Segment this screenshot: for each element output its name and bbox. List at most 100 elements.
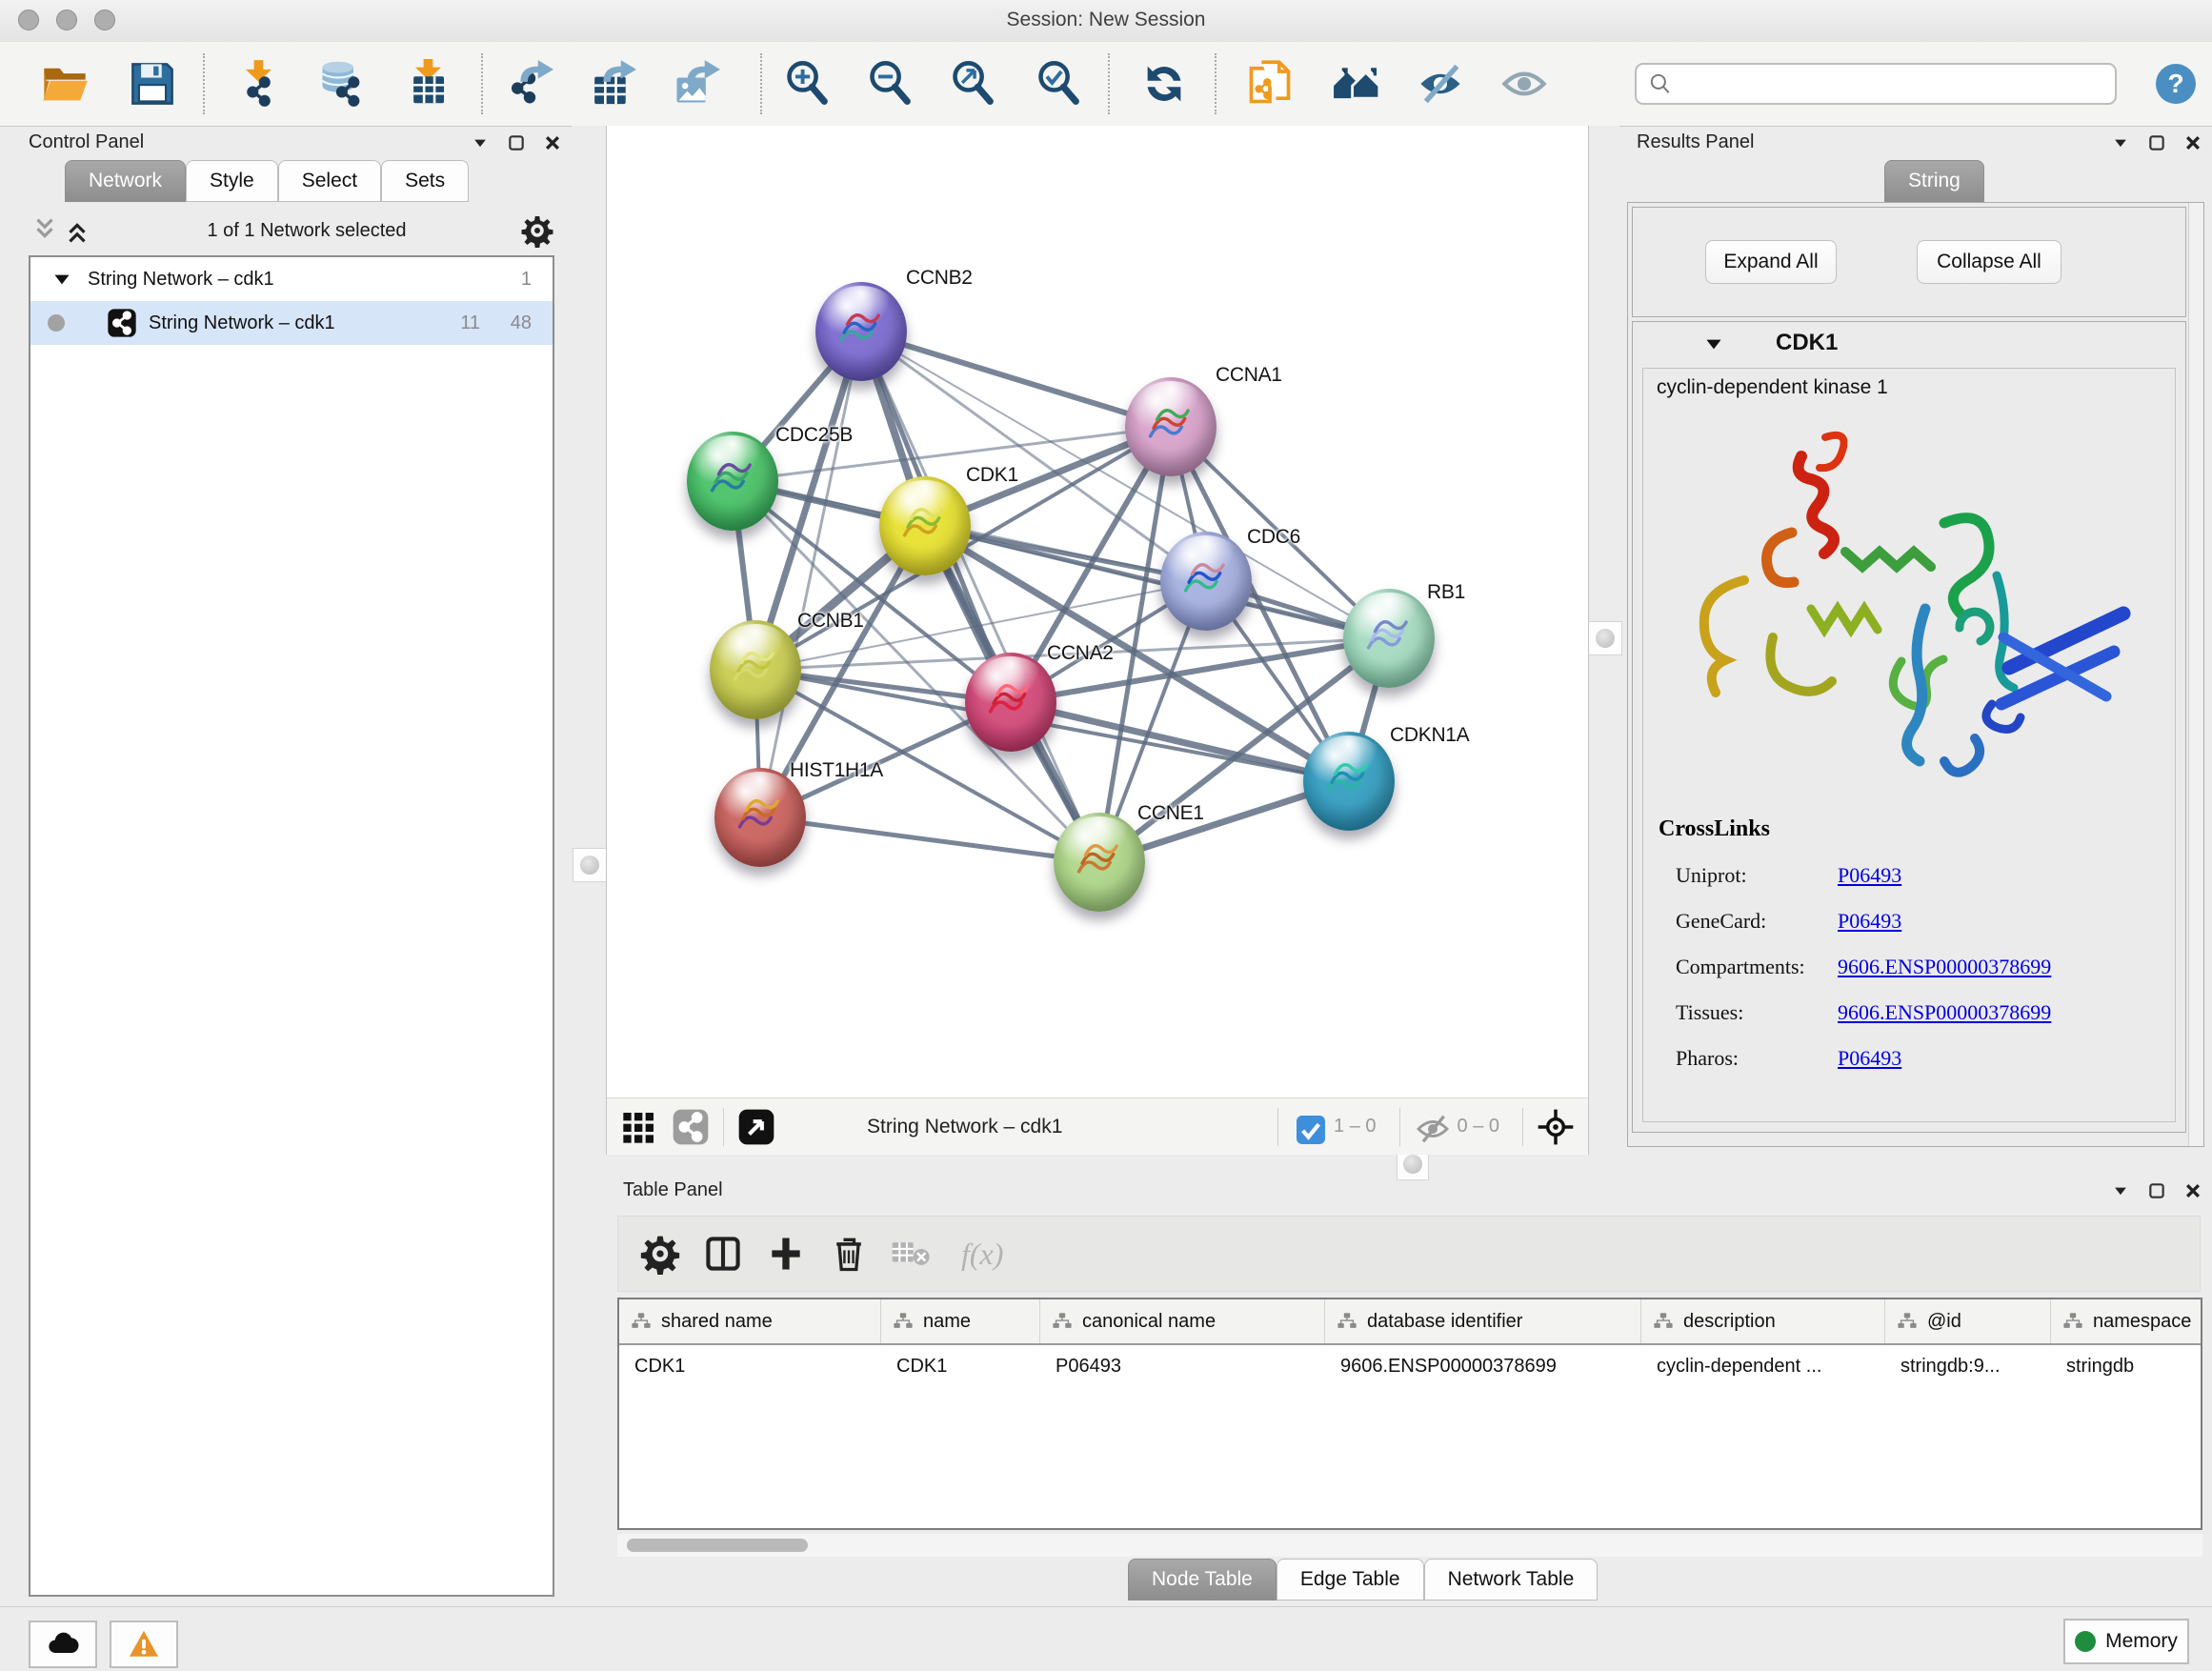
float-panel-icon[interactable] — [507, 133, 526, 152]
node-RB1[interactable] — [1343, 589, 1435, 688]
function-builder-icon[interactable]: f(x) — [961, 1237, 1003, 1272]
network-row[interactable]: String Network – cdk1 11 48 — [30, 301, 553, 345]
column-header-description[interactable]: description — [1641, 1299, 1885, 1343]
search-input[interactable] — [1673, 72, 2115, 95]
export-image-icon[interactable] — [671, 59, 720, 109]
search-box[interactable] — [1635, 63, 2117, 105]
node-CCNB2[interactable] — [815, 282, 907, 381]
add-column-icon[interactable] — [765, 1233, 807, 1275]
crosslink-link[interactable]: P06493 — [1838, 1046, 1901, 1071]
tab-string[interactable]: String — [1884, 160, 1984, 202]
column-header-shared-name[interactable]: shared name — [619, 1299, 881, 1343]
cell-name[interactable]: CDK1 — [881, 1356, 1040, 1378]
right-splitter[interactable] — [1589, 126, 1619, 1155]
right-splitter-handle[interactable] — [1588, 621, 1622, 655]
fit-selected-crosshair-icon[interactable] — [1537, 1108, 1575, 1146]
home-icon[interactable] — [1333, 59, 1382, 109]
column-header-database-identifier[interactable]: database identifier — [1325, 1299, 1641, 1343]
import-network-icon[interactable] — [234, 59, 284, 109]
close-panel-icon[interactable] — [543, 133, 562, 152]
zoom-selected-icon[interactable] — [1035, 59, 1084, 109]
cell-database-identifier[interactable]: 9606.ENSP00000378699 — [1325, 1356, 1641, 1378]
edge-CCNB2-HIST1H1A[interactable] — [760, 332, 861, 817]
panel-menu-icon[interactable] — [471, 133, 490, 152]
edge-CCNB2-CCNE1[interactable] — [861, 332, 1099, 862]
tab-sets[interactable]: Sets — [381, 160, 469, 202]
crosslink-link[interactable]: 9606.ENSP00000378699 — [1838, 1000, 2051, 1025]
show-columns-icon[interactable] — [702, 1233, 744, 1275]
memory-button[interactable]: Memory — [2063, 1619, 2189, 1664]
tab-node-table[interactable]: Node Table — [1128, 1559, 1277, 1601]
grid-view-icon[interactable] — [620, 1108, 658, 1146]
cell-shared-name[interactable]: CDK1 — [619, 1356, 881, 1378]
float-panel-icon[interactable] — [2147, 1181, 2166, 1200]
node-CCNA1[interactable] — [1125, 377, 1217, 476]
column-header-name[interactable]: name — [881, 1299, 1040, 1343]
open-session-icon[interactable] — [40, 59, 90, 109]
float-panel-icon[interactable] — [2147, 133, 2166, 152]
crosslink-link[interactable]: P06493 — [1838, 863, 1901, 888]
export-network-icon[interactable] — [504, 59, 553, 109]
network-birdseye-icon[interactable] — [672, 1108, 710, 1146]
network-options-gear-icon[interactable] — [520, 213, 554, 248]
help-button[interactable]: ? — [2156, 64, 2196, 104]
cell--id[interactable]: stringdb:9... — [1885, 1356, 2051, 1378]
import-network-from-database-icon[interactable] — [316, 59, 366, 109]
expand-all-button[interactable]: Expand All — [1705, 240, 1837, 284]
clone-network-icon[interactable] — [1245, 59, 1295, 109]
import-table-icon[interactable] — [404, 59, 453, 109]
edge-CCNB2-CCNA1[interactable] — [861, 332, 1171, 427]
cell-canonical-name[interactable]: P06493 — [1040, 1356, 1325, 1378]
section-caret-icon[interactable] — [1701, 332, 1726, 356]
cloud-status-button[interactable] — [29, 1621, 97, 1668]
node-CDC6[interactable] — [1160, 532, 1252, 631]
zoom-fit-icon[interactable] — [949, 59, 998, 109]
delete-column-icon[interactable] — [828, 1233, 870, 1275]
node-CDKN1A[interactable] — [1303, 732, 1395, 831]
node-HIST1H1A[interactable] — [714, 768, 806, 867]
export-table-icon[interactable] — [587, 59, 636, 109]
selected-checkbox-icon[interactable] — [1292, 1111, 1324, 1143]
cell-description[interactable]: cyclin-dependent ... — [1641, 1356, 1885, 1378]
tab-edge-table[interactable]: Edge Table — [1277, 1559, 1424, 1601]
crosslink-link[interactable]: 9606.ENSP00000378699 — [1838, 955, 2051, 979]
refresh-network-icon[interactable] — [1139, 59, 1189, 109]
zoom-in-icon[interactable] — [783, 59, 833, 109]
export-view-icon[interactable] — [737, 1108, 775, 1146]
node-CCNA2[interactable] — [965, 653, 1056, 752]
node-CCNE1[interactable] — [1054, 813, 1145, 912]
node-CCNB1[interactable] — [710, 620, 801, 719]
network-collection-row[interactable]: String Network – cdk1 1 — [30, 257, 553, 301]
close-panel-icon[interactable] — [2183, 1181, 2202, 1200]
horizontal-splitter[interactable] — [606, 1155, 2212, 1174]
table-row[interactable]: CDK1CDK1P064939606.ENSP00000378699cyclin… — [619, 1345, 2201, 1387]
column-header-namespace[interactable]: namespace — [2051, 1299, 2202, 1343]
node-CDC25B[interactable] — [687, 432, 778, 531]
collapse-all-icon[interactable] — [29, 214, 61, 247]
caret-down-icon[interactable] — [50, 267, 74, 292]
hidden-eye-icon[interactable] — [1414, 1110, 1448, 1144]
table-horizontal-scrollbar[interactable] — [617, 1534, 2202, 1557]
show-details-icon[interactable] — [1499, 59, 1549, 109]
column-header--id[interactable]: @id — [1885, 1299, 2051, 1343]
cell-namespace[interactable]: stringdb — [2051, 1356, 2202, 1378]
collapse-all-button[interactable]: Collapse All — [1917, 240, 2061, 284]
tab-network-table[interactable]: Network Table — [1424, 1559, 1599, 1601]
column-header-canonical-name[interactable]: canonical name — [1040, 1299, 1325, 1343]
tab-network[interactable]: Network — [65, 160, 186, 202]
panel-menu-icon[interactable] — [2111, 1181, 2130, 1200]
zoom-out-icon[interactable] — [866, 59, 915, 109]
crosslink-link[interactable]: P06493 — [1838, 909, 1901, 934]
network-canvas[interactable]: CCNB2CCNA1CDC25BCDK1CDC6RB1CCNB1CCNA2CDK… — [607, 126, 1590, 1097]
save-session-icon[interactable] — [128, 59, 177, 109]
left-splitter[interactable] — [572, 126, 606, 1606]
scrollbar-thumb[interactable] — [627, 1539, 808, 1552]
tab-select[interactable]: Select — [278, 160, 381, 202]
warnings-button[interactable] — [110, 1621, 178, 1668]
left-splitter-handle[interactable] — [573, 848, 607, 882]
hide-details-icon[interactable] — [1416, 59, 1465, 109]
tab-style[interactable]: Style — [186, 160, 278, 202]
edge-CCNA2-CDKN1A[interactable] — [1011, 702, 1349, 781]
delete-table-icon[interactable] — [891, 1233, 940, 1275]
edge-CCNE1-HIST1H1A[interactable] — [760, 817, 1099, 862]
